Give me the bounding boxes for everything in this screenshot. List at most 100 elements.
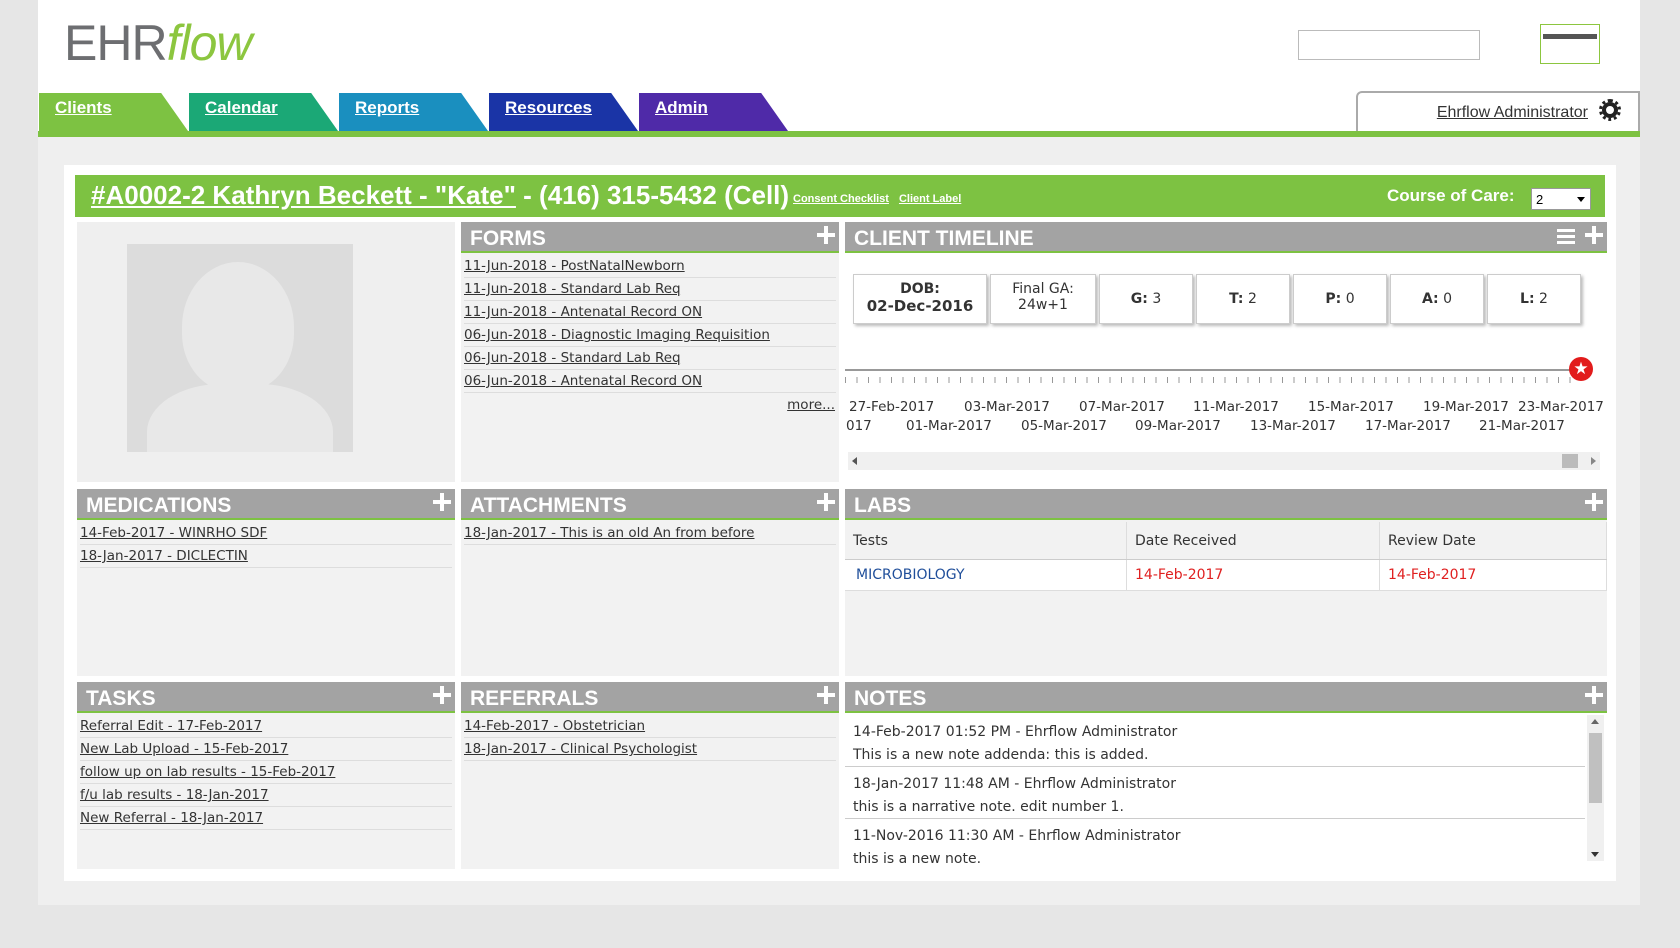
list-item[interactable]: 11-Jun-2018 - Standard Lab Req [464,278,836,301]
client-phone: - (416) 315-5432 (Cell) [515,180,790,210]
referrals-panel: REFERRALS 14-Feb-2017 - Obstetrician 18-… [461,682,839,869]
gear-icon[interactable] [1599,99,1621,121]
referrals-header: REFERRALS [461,682,839,713]
notes-scrollbar[interactable] [1587,715,1604,861]
notes-header: NOTES [845,682,1607,713]
chevron-down-icon [1577,197,1585,202]
list-item[interactable]: New Referral - 18-Jan-2017 [80,807,452,830]
forms-header: FORMS [461,222,839,253]
table-row[interactable]: MICROBIOLOGY 14-Feb-2017 14-Feb-2017 [845,559,1607,591]
preterm-box: P: 0 [1293,274,1387,324]
client-title: #A0002-2 Kathryn Beckett - "Kate" - (416… [91,180,789,211]
attachments-list: 18-Jan-2017 - This is an old An from bef… [464,522,836,545]
list-item[interactable]: 18-Jan-2017 - DICLECTIN [80,545,452,568]
consent-checklist-link[interactable]: Consent Checklist [793,193,889,205]
column-header[interactable]: Review Date [1379,522,1607,560]
client-links: Consent Checklist Client Label [793,193,971,205]
user-menu[interactable]: Ehrflow Administrator [1356,91,1640,132]
scroll-left-icon[interactable] [852,457,857,465]
search-input[interactable] [1298,30,1480,60]
list-item[interactable]: 14-Feb-2017 - WINRHO SDF [80,522,452,545]
course-of-care-select[interactable]: 2 [1531,188,1591,210]
lab-review-date: 14-Feb-2017 [1379,559,1607,591]
list-item[interactable]: 11-Nov-2016 11:30 AM - Ehrflow Administr… [845,819,1585,865]
timeline-date: 19-Mar-2017 [1423,399,1509,415]
list-item[interactable]: 14-Feb-2017 01:52 PM - Ehrflow Administr… [845,715,1585,767]
medications-list: 14-Feb-2017 - WINRHO SDF 18-Jan-2017 - D… [80,522,452,568]
add-referral-icon[interactable] [817,686,835,704]
timeline-axis [845,369,1575,371]
list-item[interactable]: 11-Jun-2018 - Antenatal Record ON [464,301,836,324]
scroll-thumb[interactable] [1589,733,1602,803]
star-icon[interactable]: ★ [1569,357,1593,381]
timeline-date: 23-Mar-2017 [1518,399,1604,415]
menu-icon[interactable] [1557,229,1575,244]
timeline-date: 01-Mar-2017 [906,418,992,434]
nav-underline [38,131,1640,137]
list-item[interactable]: New Lab Upload - 15-Feb-2017 [80,738,452,761]
add-form-icon[interactable] [817,226,835,244]
note-body: this is a new note. [853,851,982,865]
final-ga-box: Final GA: 24w+1 [990,274,1096,324]
list-item[interactable]: 18-Jan-2017 - Clinical Psychologist [464,738,836,761]
column-header[interactable]: Date Received [1126,522,1380,560]
labs-header: LABS [845,489,1607,520]
list-item[interactable]: 06-Jun-2018 - Antenatal Record ON [464,370,836,393]
client-label-link[interactable]: Client Label [899,193,961,205]
list-item[interactable]: Referral Edit - 17-Feb-2017 [80,715,452,738]
tab-calendar[interactable]: Calendar [189,93,338,131]
notes-list: 14-Feb-2017 01:52 PM - Ehrflow Administr… [845,715,1585,865]
forms-more-link[interactable]: more... [787,397,835,413]
lab-date-received: 14-Feb-2017 [1126,559,1380,591]
add-note-icon[interactable] [1585,686,1603,704]
list-item[interactable]: 06-Jun-2018 - Diagnostic Imaging Requisi… [464,324,836,347]
ehrflow-logo[interactable]: EHRflow [64,14,252,72]
timeline-date: 27-Feb-2017 [849,399,935,415]
client-name-link[interactable]: #A0002-2 Kathryn Beckett - "Kate" [91,180,516,210]
add-attachment-icon[interactable] [817,493,835,511]
list-item[interactable]: follow up on lab results - 15-Feb-2017 [80,761,452,784]
tasks-panel: TASKS Referral Edit - 17-Feb-2017 New La… [77,682,455,869]
list-item[interactable]: 14-Feb-2017 - Obstetrician [464,715,836,738]
timeline-ticks [845,377,1575,383]
user-name[interactable]: Ehrflow Administrator [1437,104,1588,122]
note-header: 14-Feb-2017 01:52 PM - Ehrflow Administr… [853,724,1178,740]
timeline-scrollbar[interactable] [848,452,1600,470]
labs-panel: LABS Tests Date Received Review Date MIC… [845,489,1607,676]
list-item[interactable]: 06-Jun-2018 - Standard Lab Req [464,347,836,370]
timeline-date: 11-Mar-2017 [1193,399,1279,415]
list-item[interactable]: 11-Jun-2018 - PostNatalNewborn [464,255,836,278]
header: EHRflow Clients Calendar Reports Resourc… [38,0,1640,137]
scroll-up-icon[interactable] [1591,719,1599,724]
add-medication-icon[interactable] [433,493,451,511]
add-timeline-icon[interactable] [1585,226,1603,244]
note-header: 11-Nov-2016 11:30 AM - Ehrflow Administr… [853,828,1181,844]
note-header: 18-Jan-2017 11:48 AM - Ehrflow Administr… [853,776,1176,792]
timeline-date: 17-Mar-2017 [1365,418,1451,434]
list-item[interactable]: 18-Jan-2017 11:48 AM - Ehrflow Administr… [845,767,1585,819]
abortion-box: A: 0 [1390,274,1484,324]
forms-list: 11-Jun-2018 - PostNatalNewborn 11-Jun-20… [464,255,836,393]
list-item[interactable]: f/u lab results - 18-Jan-2017 [80,784,452,807]
timeline-date: 03-Mar-2017 [964,399,1050,415]
add-lab-icon[interactable] [1585,493,1603,511]
lab-test[interactable]: MICROBIOLOGY [845,559,1127,591]
tab-admin[interactable]: Admin [639,93,788,131]
tasks-list: Referral Edit - 17-Feb-2017 New Lab Uplo… [80,715,452,830]
header-button[interactable] [1540,24,1600,64]
add-task-icon[interactable] [433,686,451,704]
scroll-down-icon[interactable] [1591,852,1599,857]
scroll-thumb[interactable] [1562,454,1578,468]
attachments-header: ATTACHMENTS [461,489,839,520]
scroll-right-icon[interactable] [1591,457,1596,465]
notes-panel: NOTES 14-Feb-2017 01:52 PM - Ehrflow Adm… [845,682,1607,869]
tab-reports[interactable]: Reports [339,93,488,131]
column-header[interactable]: Tests [845,522,1127,560]
referrals-list: 14-Feb-2017 - Obstetrician 18-Jan-2017 -… [464,715,836,761]
labs-table: Tests Date Received Review Date MICROBIO… [845,522,1607,591]
tab-clients[interactable]: Clients [39,93,188,131]
list-item[interactable]: 18-Jan-2017 - This is an old An from bef… [464,522,836,545]
client-photo-panel [77,222,455,482]
medications-header: MEDICATIONS [77,489,455,520]
tab-resources[interactable]: Resources [489,93,638,131]
